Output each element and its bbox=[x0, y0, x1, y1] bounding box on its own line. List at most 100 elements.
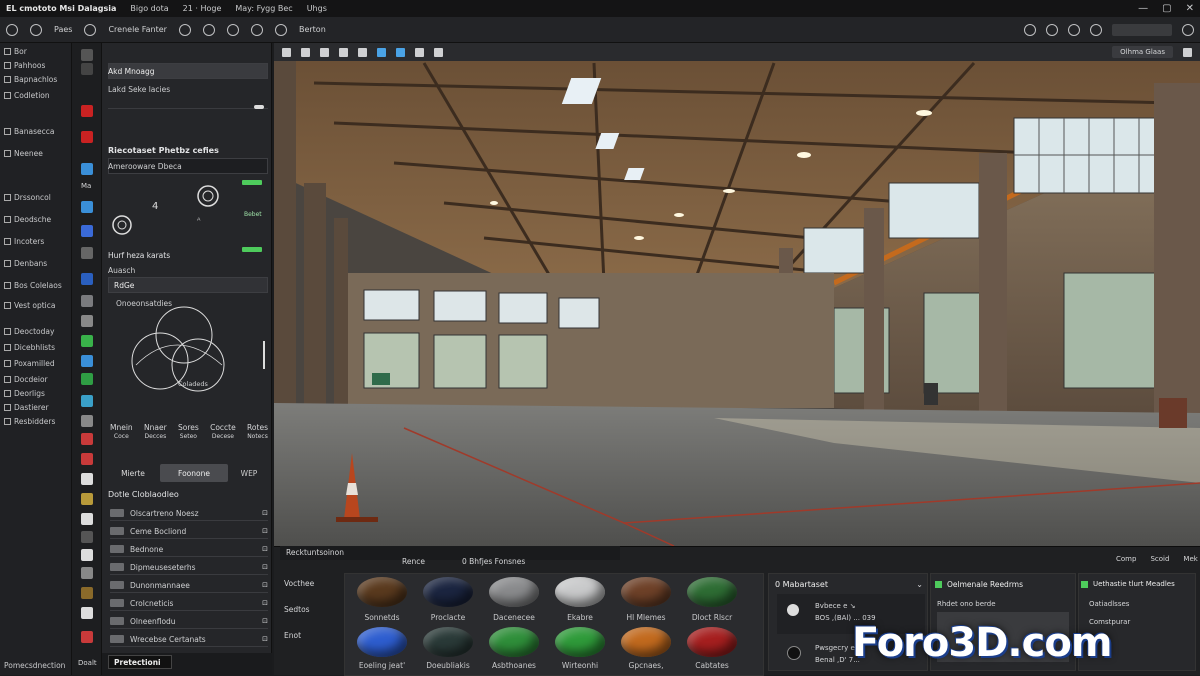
menu-item[interactable]: Bigo dota bbox=[130, 4, 168, 13]
mode-button[interactable]: Rotes Notecs bbox=[247, 423, 268, 441]
nav-item[interactable]: Bos Colelaos bbox=[4, 281, 62, 290]
material-row[interactable]: Dunonmannaee ⊡ bbox=[110, 578, 268, 593]
tool-icon[interactable] bbox=[81, 631, 93, 643]
lock-icon[interactable]: ⊡ bbox=[262, 527, 268, 535]
pin-icon[interactable] bbox=[1068, 23, 1080, 36]
tool-icon[interactable] bbox=[81, 395, 93, 407]
nav-footer[interactable]: Pomecsdnection bbox=[4, 661, 65, 670]
menu-item[interactable]: 21 · Hoge bbox=[183, 4, 222, 13]
checkbox[interactable] bbox=[935, 581, 942, 588]
nav-item[interactable]: Dastierer bbox=[4, 403, 49, 412]
material-swatch[interactable] bbox=[555, 577, 605, 607]
material-row[interactable]: Olneenflodu ⊡ bbox=[110, 614, 268, 629]
rotate-icon[interactable] bbox=[320, 47, 329, 57]
search-input[interactable] bbox=[1112, 23, 1172, 36]
tool-icon[interactable] bbox=[81, 225, 93, 237]
snap-icon[interactable] bbox=[377, 47, 386, 57]
nav-item[interactable]: Bor bbox=[4, 47, 27, 56]
lock-icon[interactable]: ⊡ bbox=[262, 599, 268, 607]
refresh-icon[interactable] bbox=[84, 23, 97, 36]
scale-icon[interactable] bbox=[339, 47, 348, 57]
tab-wep[interactable]: WEP bbox=[230, 464, 268, 482]
side-button[interactable]: Sedtos bbox=[284, 605, 310, 614]
nav-item[interactable]: Banasecca bbox=[4, 127, 54, 136]
expand-icon[interactable] bbox=[1183, 47, 1192, 57]
nav-item[interactable]: Deodsche bbox=[4, 215, 51, 224]
maximize-icon[interactable]: ▢ bbox=[1162, 3, 1171, 14]
side-button[interactable]: Enot bbox=[284, 631, 301, 640]
material-swatch[interactable] bbox=[621, 627, 671, 657]
tool-icon[interactable] bbox=[81, 373, 93, 385]
3d-viewport[interactable] bbox=[274, 43, 1200, 546]
lock-icon[interactable] bbox=[226, 23, 239, 36]
cloud-icon[interactable] bbox=[250, 23, 263, 36]
camera-icon[interactable] bbox=[415, 47, 424, 57]
material-swatch[interactable] bbox=[423, 577, 473, 607]
material-swatch[interactable] bbox=[489, 627, 539, 657]
tool-icon[interactable] bbox=[81, 335, 93, 347]
menu-item[interactable]: Comp bbox=[1116, 555, 1136, 563]
pen-icon[interactable] bbox=[1046, 23, 1058, 36]
tool-icon[interactable] bbox=[81, 453, 93, 465]
tool-icon[interactable] bbox=[81, 473, 93, 485]
tool-icon[interactable] bbox=[81, 355, 93, 367]
tool-icon[interactable] bbox=[81, 295, 93, 307]
view-mode-dropdown[interactable]: Olhma Glaas bbox=[1112, 46, 1173, 58]
check-icon[interactable] bbox=[358, 47, 367, 57]
tool-icon[interactable] bbox=[81, 433, 93, 445]
record-icon[interactable] bbox=[81, 105, 93, 117]
tool-icon[interactable] bbox=[81, 131, 93, 143]
lock-icon[interactable]: ⊡ bbox=[262, 563, 268, 571]
toolbar-item[interactable]: Paes bbox=[54, 25, 72, 34]
material-swatch[interactable] bbox=[489, 577, 539, 607]
lock-icon[interactable]: ⊡ bbox=[262, 509, 268, 517]
tool-icon[interactable] bbox=[81, 63, 93, 75]
toggle-switch[interactable] bbox=[254, 105, 264, 109]
nav-item[interactable]: Resbidders bbox=[4, 417, 55, 426]
nav-item[interactable]: Neenee bbox=[4, 149, 43, 158]
menu-item[interactable]: Uhgs bbox=[307, 4, 327, 13]
menu-item[interactable]: Mek bbox=[1183, 555, 1197, 563]
material-swatch[interactable] bbox=[687, 627, 737, 657]
minimize-icon[interactable]: — bbox=[1138, 3, 1148, 14]
checkbox[interactable] bbox=[1081, 581, 1088, 588]
gear-icon[interactable] bbox=[1182, 23, 1194, 36]
nav-item[interactable]: Poxamilled bbox=[4, 359, 55, 368]
browser-tab[interactable]: 0 Bhfjes Fonsnes bbox=[462, 557, 525, 566]
lock-icon[interactable]: ⊡ bbox=[262, 635, 268, 643]
toolbar-item[interactable]: Crenele Fanter bbox=[108, 25, 167, 34]
material-row[interactable]: Crolcneticis ⊡ bbox=[110, 596, 268, 611]
move-icon[interactable] bbox=[301, 47, 310, 57]
tab-mierte[interactable]: Mierte bbox=[108, 464, 158, 482]
material-swatch[interactable] bbox=[621, 577, 671, 607]
material-swatch[interactable] bbox=[357, 627, 407, 657]
menu-item[interactable]: Scoid bbox=[1150, 555, 1169, 563]
tab-foonone[interactable]: Foonone bbox=[160, 464, 228, 482]
chat-icon[interactable] bbox=[1090, 23, 1102, 36]
side-button[interactable]: Vocthee bbox=[284, 579, 314, 588]
tool-icon[interactable] bbox=[81, 247, 93, 259]
nav-item[interactable]: Bapnachlos bbox=[4, 75, 57, 84]
nav-item[interactable]: Pahhoos bbox=[4, 61, 45, 70]
tool-icon[interactable] bbox=[81, 163, 93, 175]
nav-item[interactable]: Incoters bbox=[4, 237, 44, 246]
hand-icon[interactable] bbox=[178, 23, 191, 36]
material-swatch[interactable] bbox=[423, 627, 473, 657]
nav-item[interactable]: Denbans bbox=[4, 259, 47, 268]
mode-button[interactable]: Mnein Coce bbox=[110, 423, 133, 441]
tool-icon[interactable] bbox=[81, 567, 93, 579]
scrollbar[interactable] bbox=[263, 341, 265, 369]
chevron-down-icon[interactable]: ⌄ bbox=[916, 580, 923, 589]
tool-icon[interactable] bbox=[81, 493, 93, 505]
nav-item[interactable]: Codletion bbox=[4, 91, 50, 100]
material-swatch[interactable] bbox=[357, 577, 407, 607]
mode-button[interactable]: Nnaer Decces bbox=[144, 423, 167, 441]
nav-item[interactable]: Dicebhlists bbox=[4, 343, 55, 352]
material-row[interactable]: Bednone ⊡ bbox=[110, 542, 268, 557]
nav-item[interactable]: Docdeior bbox=[4, 375, 48, 384]
library-row[interactable]: Oatiadlsses bbox=[1089, 600, 1129, 608]
browser-tab[interactable]: Rence bbox=[402, 557, 425, 566]
mode-button[interactable]: Sores Seteo bbox=[178, 423, 199, 441]
tool-icon[interactable] bbox=[81, 549, 93, 561]
material-swatch[interactable] bbox=[555, 627, 605, 657]
